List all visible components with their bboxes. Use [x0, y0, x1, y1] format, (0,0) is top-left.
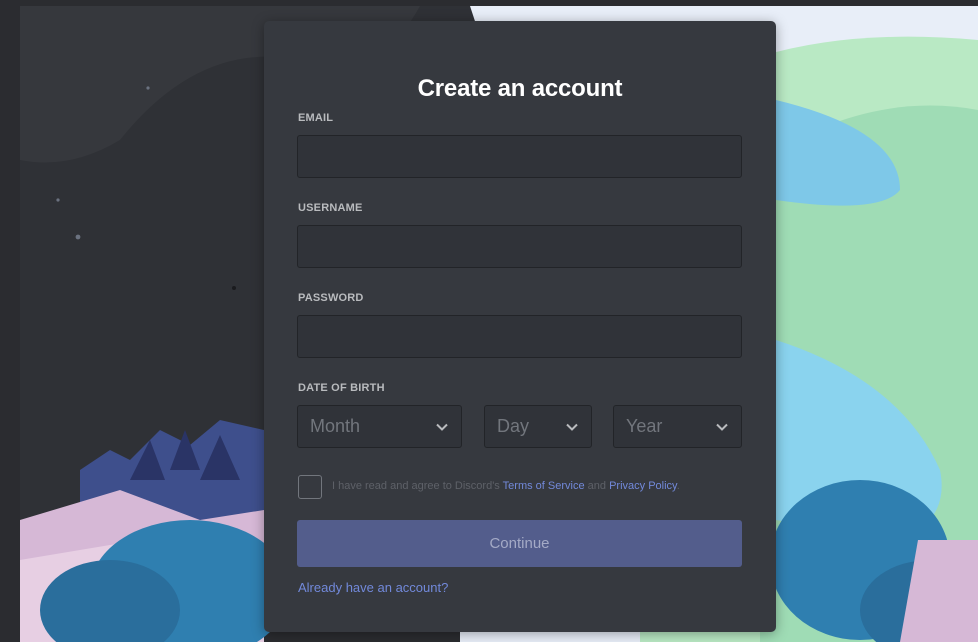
- chevron-down-icon: [566, 423, 578, 431]
- terms-agreement-text: I have read and agree to Discord's Terms…: [332, 480, 680, 492]
- agreement-prefix: I have read and agree to Discord's: [332, 480, 500, 492]
- month-select-value: Month: [310, 416, 361, 436]
- email-field[interactable]: [297, 135, 742, 178]
- page-title: Create an account: [417, 75, 623, 102]
- username-field[interactable]: [297, 225, 742, 268]
- password-label: PASSWORD: [298, 292, 364, 304]
- terms-of-service-link[interactable]: Terms of Service: [503, 480, 585, 492]
- date-of-birth-label: DATE OF BIRTH: [298, 382, 385, 394]
- username-label: USERNAME: [298, 202, 363, 214]
- signup-card: Create an account EMAIL USERNAME PASSWOR…: [264, 21, 776, 632]
- password-field[interactable]: [297, 315, 742, 358]
- chevron-down-icon: [436, 423, 448, 431]
- year-select-value: Year: [626, 416, 663, 436]
- privacy-policy-link[interactable]: Privacy Policy: [609, 480, 677, 492]
- agreement-conjunction: and: [587, 480, 607, 492]
- year-select[interactable]: Year: [613, 405, 742, 448]
- continue-button[interactable]: Continue: [297, 520, 742, 567]
- month-select[interactable]: Month: [297, 405, 462, 448]
- terms-checkbox[interactable]: [298, 475, 322, 499]
- login-link[interactable]: Already have an account?: [298, 580, 448, 595]
- day-select[interactable]: Day: [484, 405, 592, 448]
- email-label: EMAIL: [298, 112, 334, 124]
- agreement-suffix: .: [676, 480, 680, 492]
- chevron-down-icon: [716, 423, 728, 431]
- day-select-value: Day: [497, 416, 530, 436]
